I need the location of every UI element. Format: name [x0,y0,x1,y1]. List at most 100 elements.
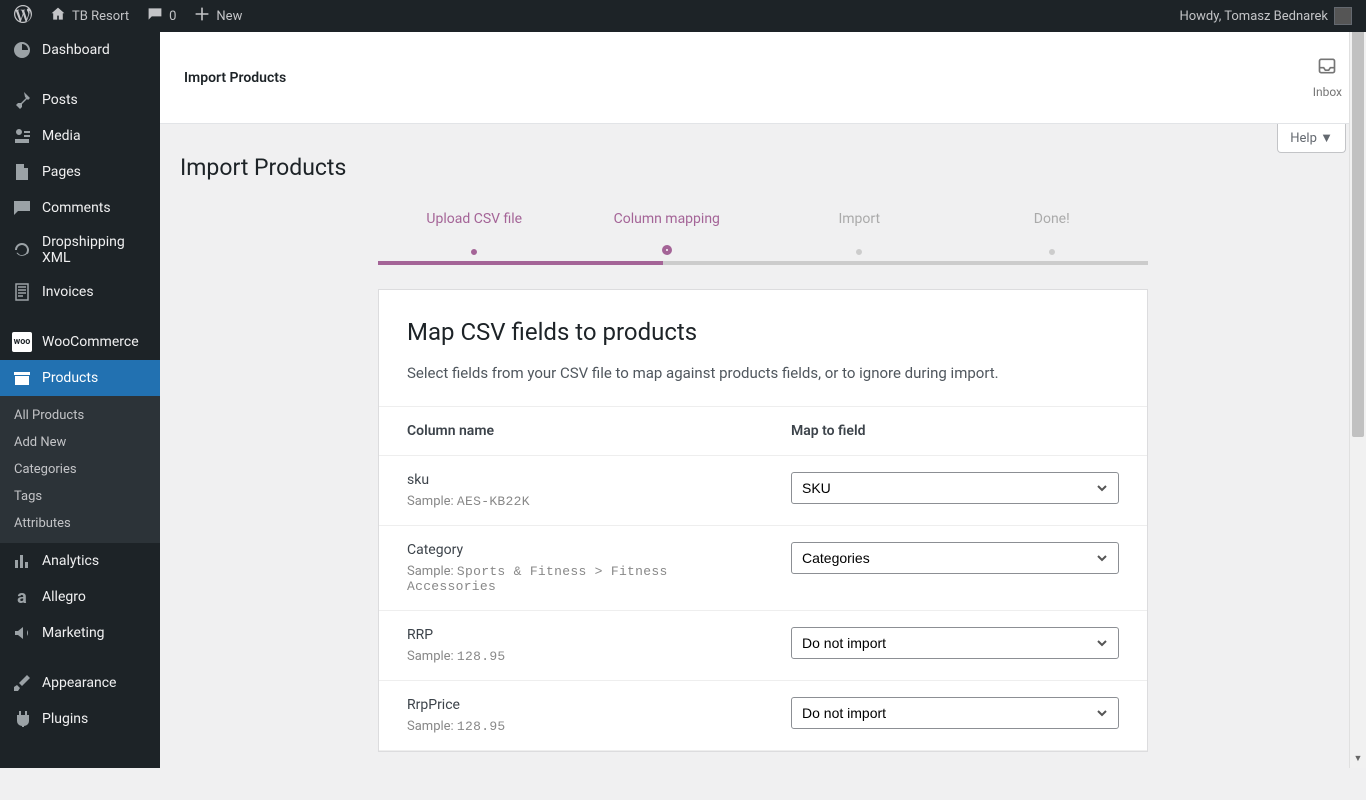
plus-icon [194,6,210,26]
column-name-header: Column name [379,407,763,456]
submenu-all-products[interactable]: All Products [0,402,160,429]
map-field-select[interactable]: Do not import [791,697,1119,729]
dashboard-icon [12,40,32,60]
content-header: Import Products Inbox [160,32,1366,124]
wordpress-icon [14,5,32,27]
content-wrap: Help ▼ Import Products Upload CSV file C… [160,124,1366,768]
map-field-select[interactable]: Categories [791,542,1119,574]
map-field-select[interactable]: SKU [791,472,1119,504]
invoice-icon [12,282,32,302]
brush-icon [12,673,32,693]
sidebar-item-label: Invoices [42,284,94,300]
sidebar-item-label: Dashboard [42,42,110,58]
sidebar-item-woocommerce[interactable]: woo WooCommerce [0,324,160,360]
sidebar-item-label: Pages [42,164,81,180]
inbox-label: Inbox [1313,85,1342,99]
scrollbar[interactable]: ▲ ▼ [1349,0,1366,768]
new-label: New [216,9,242,24]
new-content-link[interactable]: New [188,0,248,32]
sidebar-item-appearance[interactable]: Appearance [0,665,160,701]
progress-step-mapping: Column mapping [571,211,764,259]
sidebar-item-label: Media [42,128,81,144]
submenu-attributes[interactable]: Attributes [0,510,160,537]
sidebar-item-label: Allegro [42,589,86,605]
sidebar-item-invoices[interactable]: Invoices [0,274,160,310]
column-sample: Sample: AES-KB22K [407,494,735,509]
media-icon [12,126,32,146]
chart-icon [12,551,32,571]
table-row: Category Sample: Sports & Fitness > Fitn… [379,526,1147,611]
table-row: sku Sample: AES-KB22K SKU [379,456,1147,526]
progress-label: Column mapping [571,211,764,227]
progress-label: Import [763,211,956,227]
map-to-field-header: Map to field [763,407,1147,456]
sidebar-item-plugins[interactable]: Plugins [0,701,160,737]
sidebar-item-label: Appearance [42,675,116,691]
sidebar-item-label: Plugins [42,711,88,727]
sidebar-item-label: Products [42,370,98,386]
column-name: sku [407,472,735,488]
column-sample: Sample: Sports & Fitness > Fitness Acces… [407,564,735,594]
column-name: RRP [407,627,735,643]
submenu-add-new[interactable]: Add New [0,429,160,456]
sidebar-item-label: Comments [42,200,111,216]
comment-icon [147,6,163,26]
sidebar-item-marketing[interactable]: Marketing [0,615,160,651]
card-heading: Map CSV fields to products [407,318,1119,346]
plugin-icon [12,709,32,729]
help-tab[interactable]: Help ▼ [1277,124,1346,153]
column-sample: Sample: 128.95 [407,719,735,734]
sidebar-item-label: Analytics [42,553,99,569]
admin-toolbar: TB Resort 0 New Howdy, Tomasz Bednarek [0,0,1366,32]
home-icon [50,6,66,26]
map-field-select[interactable]: Do not import [791,627,1119,659]
account-menu[interactable]: Howdy, Tomasz Bednarek [1173,0,1358,32]
progress-fill [378,261,663,265]
scrollbar-thumb[interactable] [1352,17,1364,437]
progress-dot [662,245,672,255]
progress-step-upload: Upload CSV file [378,211,571,259]
column-name: Category [407,542,735,558]
header-title: Import Products [184,70,286,86]
sidebar-item-dropshipping[interactable]: Dropshipping XML [0,226,160,274]
submenu-categories[interactable]: Categories [0,456,160,483]
inbox-icon [1313,56,1342,81]
sidebar-item-media[interactable]: Media [0,118,160,154]
sidebar-item-label: Dropshipping XML [42,234,148,266]
table-row: RrpPrice Sample: 128.95 Do not import [379,681,1147,751]
progress-dot [1045,245,1059,259]
site-name: TB Resort [72,9,129,24]
comments-link[interactable]: 0 [141,0,182,32]
scrollbar-down-icon[interactable]: ▼ [1350,751,1366,768]
mapping-table: Column name Map to field sku Sample: AES… [379,406,1147,751]
comment-icon [12,198,32,218]
sidebar-item-pages[interactable]: Pages [0,154,160,190]
sidebar-item-posts[interactable]: Posts [0,82,160,118]
pin-icon [12,90,32,110]
mapping-card: Map CSV fields to products Select fields… [378,289,1148,752]
progress-dot [467,245,481,259]
inbox-button[interactable]: Inbox [1313,56,1342,99]
comment-count: 0 [169,9,176,24]
import-progress: Upload CSV file Column mapping Import Do… [378,211,1148,259]
main-content: Import Products Inbox Help ▼ Import Prod… [160,32,1366,768]
sidebar-item-comments[interactable]: Comments [0,190,160,226]
sidebar-item-products[interactable]: Products [0,360,160,396]
wp-logo-menu[interactable] [8,0,38,32]
progress-step-import: Import [763,211,956,259]
site-name-link[interactable]: TB Resort [44,0,135,32]
sidebar-item-analytics[interactable]: Analytics [0,543,160,579]
archive-icon [12,368,32,388]
column-name: RrpPrice [407,697,735,713]
page-icon [12,162,32,182]
sidebar-item-allegro[interactable]: a Allegro [0,579,160,615]
sidebar-item-dashboard[interactable]: Dashboard [0,32,160,68]
sidebar-item-label: Posts [42,92,78,108]
progress-dot [852,245,866,259]
submenu-tags[interactable]: Tags [0,483,160,510]
column-sample: Sample: 128.95 [407,649,735,664]
progress-step-done: Done! [956,211,1149,259]
avatar-icon [1334,7,1352,25]
sidebar-item-label: WooCommerce [42,334,139,350]
greeting-text: Howdy, Tomasz Bednarek [1179,9,1328,24]
